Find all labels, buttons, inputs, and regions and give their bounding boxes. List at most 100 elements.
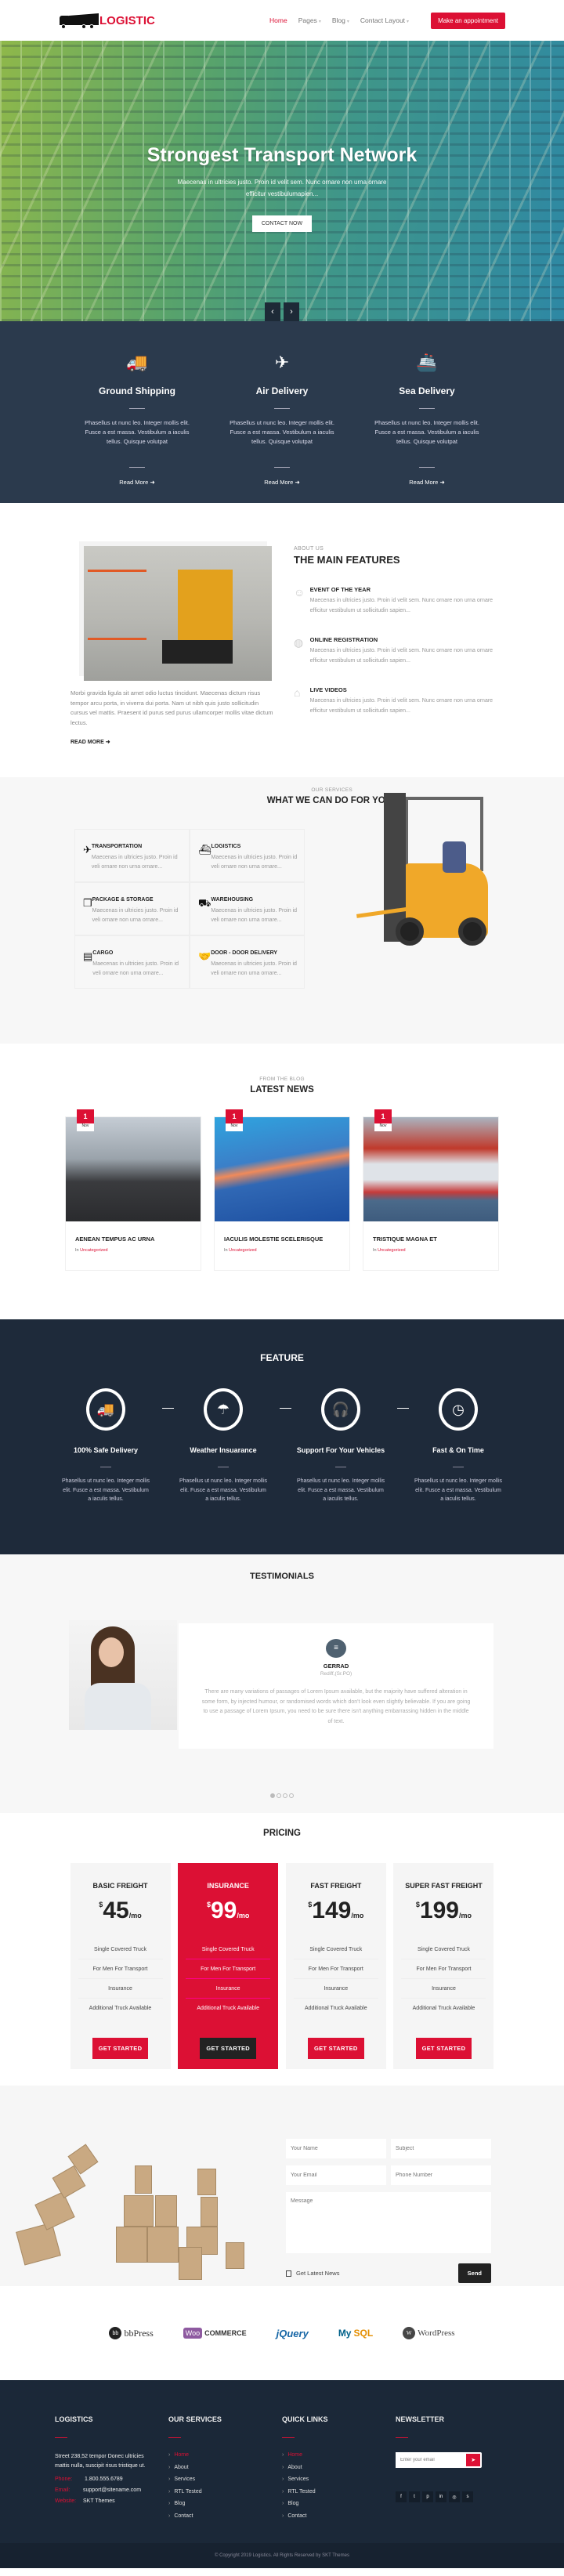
- bbpress-logo[interactable]: bb bbPress: [109, 2327, 154, 2339]
- category-link[interactable]: Uncategorized: [229, 1248, 256, 1253]
- send-button[interactable]: Send: [457, 2263, 491, 2283]
- testimonial-role: Rediff,(Sr.PO): [320, 1671, 352, 1677]
- ship-icon: ⛴: [198, 844, 212, 856]
- facebook-icon[interactable]: f: [396, 2491, 407, 2502]
- news-category: In Uncategorized: [75, 1248, 191, 1253]
- pinterest-icon[interactable]: p: [422, 2491, 433, 2502]
- logo[interactable]: LOGISTIC: [58, 12, 155, 29]
- news-post-title[interactable]: IACULIS MOLESTIE SCELERISQUE: [224, 1236, 340, 1243]
- news-section: FROM THE BLOG LATEST NEWS 1 Nov AENEAN TE…: [0, 1044, 564, 1319]
- read-more-link[interactable]: Read More ➜: [210, 479, 355, 486]
- link-label: Services: [174, 2477, 196, 2482]
- plan-features: Single Covered Truck For Men For Transpor…: [78, 1940, 163, 2018]
- news-post-title[interactable]: TRISTIQUE MAGNA ET: [373, 1236, 489, 1243]
- news-post-title[interactable]: AENEAN TEMPUS AC URNA: [75, 1236, 191, 1243]
- chevron-right-icon[interactable]: ›: [284, 302, 299, 321]
- email-field[interactable]: [286, 2165, 386, 2185]
- contact-now-button[interactable]: CONTACT NOW: [251, 215, 313, 232]
- title-underline: [55, 2437, 67, 2438]
- about-read-more-link[interactable]: READ MORE ➜: [70, 739, 274, 745]
- plan-feature: For Men For Transport: [293, 1959, 378, 1979]
- nav-pages[interactable]: Pages ▾: [298, 16, 321, 24]
- warehouse-icon: ⌂: [294, 686, 301, 699]
- title-underline: [396, 2437, 408, 2438]
- footer-link[interactable]: › Contact: [168, 2513, 282, 2519]
- link-label: About: [287, 2464, 302, 2470]
- link-label: About: [174, 2464, 189, 2470]
- footer-link[interactable]: › Blog: [282, 2501, 396, 2506]
- subject-field[interactable]: [391, 2139, 491, 2158]
- service-title: PACKAGE & STORAGE: [92, 897, 154, 903]
- linkedin-icon[interactable]: in: [436, 2491, 446, 2502]
- make-appointment-button[interactable]: Make an appointment: [431, 12, 505, 29]
- carousel-dot[interactable]: [270, 1793, 275, 1798]
- latest-news-checkbox[interactable]: Get Latest News: [286, 2270, 339, 2277]
- footer-link[interactable]: › Blog: [168, 2501, 282, 2506]
- nav-home[interactable]: Home: [269, 16, 287, 24]
- message-field[interactable]: [286, 2192, 491, 2253]
- feature-item: ◍ ONLINE REGISTRATION Maecenas in ultrici…: [294, 636, 494, 666]
- get-started-button[interactable]: GET STARTED: [415, 2038, 472, 2059]
- category-link[interactable]: Uncategorized: [378, 1248, 405, 1253]
- read-more-link[interactable]: Read More ➜: [355, 479, 500, 486]
- feature-item-title: Support For Your Vehicles: [296, 1446, 385, 1454]
- send-icon[interactable]: ➤: [466, 2454, 480, 2466]
- jquery-logo[interactable]: jQuery: [277, 2328, 309, 2339]
- feature-title: LIVE VIDEOS: [309, 686, 347, 693]
- phone-field[interactable]: [391, 2165, 491, 2185]
- chevron-down-icon: ▾: [346, 20, 349, 24]
- footer-col-logistics: LOGISTICS Street 238,52 tempor Donec ult…: [55, 2415, 168, 2525]
- email-value[interactable]: support@sitename.com: [83, 2487, 141, 2493]
- footer-link[interactable]: › About: [168, 2465, 282, 2470]
- website-value[interactable]: SKT Themes: [83, 2498, 115, 2504]
- nav-contact-layout[interactable]: Contact Layout ▾: [360, 16, 409, 24]
- footer-link[interactable]: › Services: [282, 2477, 396, 2482]
- contact-section: Get Latest News Send: [0, 2086, 564, 2286]
- bbpress-icon: bb: [109, 2327, 122, 2339]
- woocommerce-logo[interactable]: Woo COMMERCE: [183, 2328, 247, 2339]
- twitter-icon[interactable]: t: [409, 2491, 420, 2502]
- footer-link[interactable]: › Contact: [282, 2513, 396, 2519]
- link-label: Services: [287, 2477, 309, 2482]
- carousel-dot[interactable]: [289, 1793, 294, 1798]
- footer-link[interactable]: › Services: [168, 2477, 282, 2482]
- arrow-right-icon: ➜: [295, 479, 300, 486]
- newsletter-email-input[interactable]: [396, 2452, 465, 2468]
- get-started-button[interactable]: GET STARTED: [200, 2038, 256, 2059]
- skype-icon[interactable]: s: [462, 2491, 473, 2502]
- chevron-left-icon[interactable]: ‹: [265, 302, 280, 321]
- site-header: LOGISTIC Home Pages ▾ Blog ▾ Contact Layou…: [0, 0, 564, 41]
- checkbox-icon[interactable]: [286, 2270, 291, 2277]
- nav-blog[interactable]: Blog ▾: [332, 16, 349, 24]
- news-card[interactable]: 1 Nov AENEAN TEMPUS AC URNA In Uncategoriz…: [65, 1109, 201, 1271]
- mysql-logo[interactable]: My SQL: [338, 2328, 373, 2339]
- instagram-icon[interactable]: ◎: [449, 2491, 460, 2502]
- footer-link[interactable]: › Home: [282, 2452, 396, 2458]
- footer-link[interactable]: › About: [282, 2465, 396, 2470]
- carousel-dot[interactable]: [277, 1793, 281, 1798]
- get-started-button[interactable]: GET STARTED: [307, 2038, 364, 2059]
- category-prefix: In: [224, 1248, 228, 1253]
- news-card[interactable]: 1 Nov IACULIS MOLESTIE SCELERISQUE In Unca…: [214, 1109, 350, 1271]
- chevron-right-icon: ›: [282, 2488, 284, 2495]
- chevron-right-icon: ›: [282, 2513, 284, 2519]
- footer-link[interactable]: › Home: [168, 2452, 282, 2458]
- category-link[interactable]: Uncategorized: [80, 1248, 107, 1253]
- footer-link[interactable]: › RTL Tested: [282, 2489, 396, 2495]
- plan-price: $149/mo: [286, 1898, 386, 1924]
- feature-item-text: Phasellus ut nunc leo. Integer mollis el…: [414, 1478, 503, 1502]
- testimonials-section: TESTIMONIALS ≡ GERRAD Rediff,(Sr.PO) The…: [0, 1554, 564, 1813]
- partner-logos: bb bbPress Woo COMMERCE jQuery My SQL W Word…: [0, 2286, 564, 2380]
- testimonial-photo: [69, 1620, 177, 1730]
- carousel-dot[interactable]: [283, 1793, 287, 1798]
- newsletter-form: ➤: [396, 2452, 482, 2468]
- get-started-button[interactable]: GET STARTED: [92, 2038, 149, 2059]
- wordpress-logo[interactable]: W WordPress: [403, 2327, 455, 2339]
- name-field[interactable]: [286, 2139, 386, 2158]
- news-card[interactable]: 1 Nov TRISTIQUE MAGNA ET In Uncategorized: [363, 1109, 499, 1271]
- boxes-icon: ❒: [83, 897, 92, 909]
- testimonial-card: ≡ GERRAD Rediff,(Sr.PO) There are many v…: [179, 1623, 494, 1749]
- read-more-link[interactable]: Read More ➜: [65, 479, 210, 486]
- footer-link[interactable]: › RTL Tested: [168, 2489, 282, 2495]
- footer-phone: Phone: 1.800.555.6789: [55, 2477, 168, 2482]
